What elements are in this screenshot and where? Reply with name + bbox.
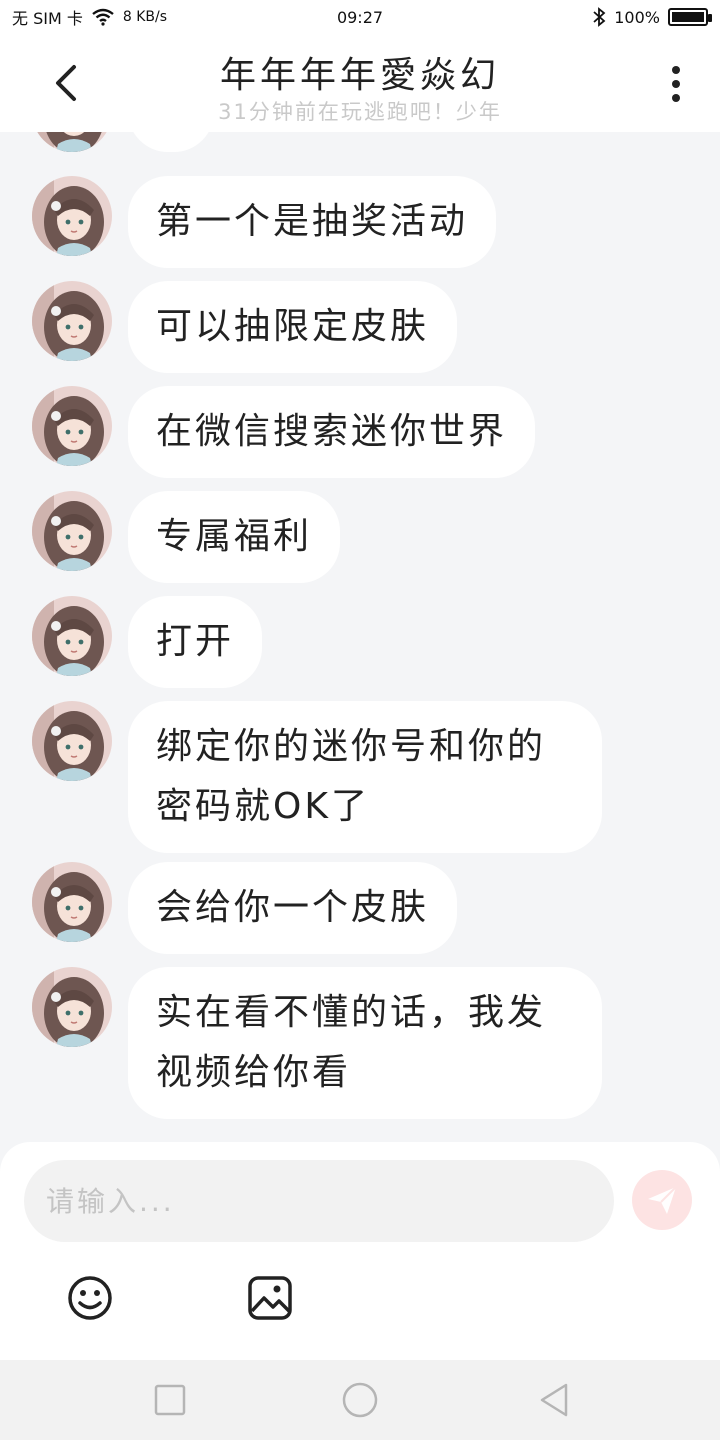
image-icon (248, 1276, 292, 1320)
avatar[interactable] (32, 386, 112, 466)
home-button[interactable] (340, 1380, 380, 1420)
circle-icon (342, 1382, 378, 1418)
image-button[interactable] (246, 1274, 294, 1322)
avatar[interactable] (32, 596, 112, 676)
avatar[interactable] (32, 281, 112, 361)
message-input[interactable] (24, 1160, 614, 1242)
contact-name: 年年年年愛焱幻 (219, 55, 500, 96)
carrier-text: 无 SIM 卡 (12, 9, 83, 28)
recents-button[interactable] (150, 1380, 190, 1420)
emoji-button[interactable] (66, 1274, 114, 1322)
message-bubble[interactable]: 打开 (128, 596, 263, 688)
net-speed-text: 8 KB/s (122, 9, 168, 25)
message-bubble[interactable]: 第一个是抽奖活动 (128, 176, 497, 268)
battery-percent: 100% (614, 7, 660, 27)
triangle-back-icon (540, 1383, 568, 1417)
status-right: 100% (592, 7, 712, 27)
back-nav-button[interactable] (534, 1380, 574, 1420)
status-left: 无 SIM 卡 8 KB/s (12, 5, 167, 29)
battery-icon (668, 8, 712, 26)
message-bubble[interactable]: 在微信搜索迷你世界 (128, 386, 536, 478)
more-vertical-icon (672, 66, 680, 102)
smiley-icon (68, 1276, 112, 1320)
avatar[interactable] (32, 862, 112, 942)
message-bubble[interactable]: 可以抽限定皮肤 (128, 281, 458, 373)
avatar[interactable] (32, 701, 112, 781)
bluetooth-icon (593, 7, 606, 27)
square-icon (154, 1384, 186, 1416)
send-button[interactable] (632, 1170, 692, 1230)
contact-status: 31分钟前在玩逃跑吧！少年 (218, 100, 502, 124)
status-bar: 无 SIM 卡 8 KB/s 09:27 100% (0, 0, 720, 34)
message-bubble[interactable]: 绑定你的迷你号和你的密码就OK了 (128, 701, 602, 853)
message-bubble[interactable]: 会给你一个皮肤 (128, 862, 458, 954)
avatar[interactable] (32, 491, 112, 571)
avatar[interactable] (32, 132, 112, 152)
avatar[interactable] (32, 967, 112, 1047)
avatar[interactable] (32, 176, 112, 256)
more-button[interactable] (654, 62, 698, 106)
message-bubble[interactable]: 实在看不懂的话，我发视频给你看 (128, 967, 602, 1119)
wifi-icon (92, 8, 114, 26)
chat-header: 年年年年愛焱幻 31分钟前在玩逃跑吧！少年 (0, 34, 720, 132)
send-icon (648, 1186, 677, 1214)
message-bubble[interactable] (128, 132, 214, 152)
system-nav-bar (0, 1360, 720, 1440)
composer-panel (0, 1142, 720, 1360)
message-list[interactable]: 第一个是抽奖活动 可以抽限定皮肤 在微信搜索迷你世界 专属福利 打开 绑定你的迷… (0, 132, 720, 1142)
message-bubble[interactable]: 专属福利 (128, 491, 341, 583)
